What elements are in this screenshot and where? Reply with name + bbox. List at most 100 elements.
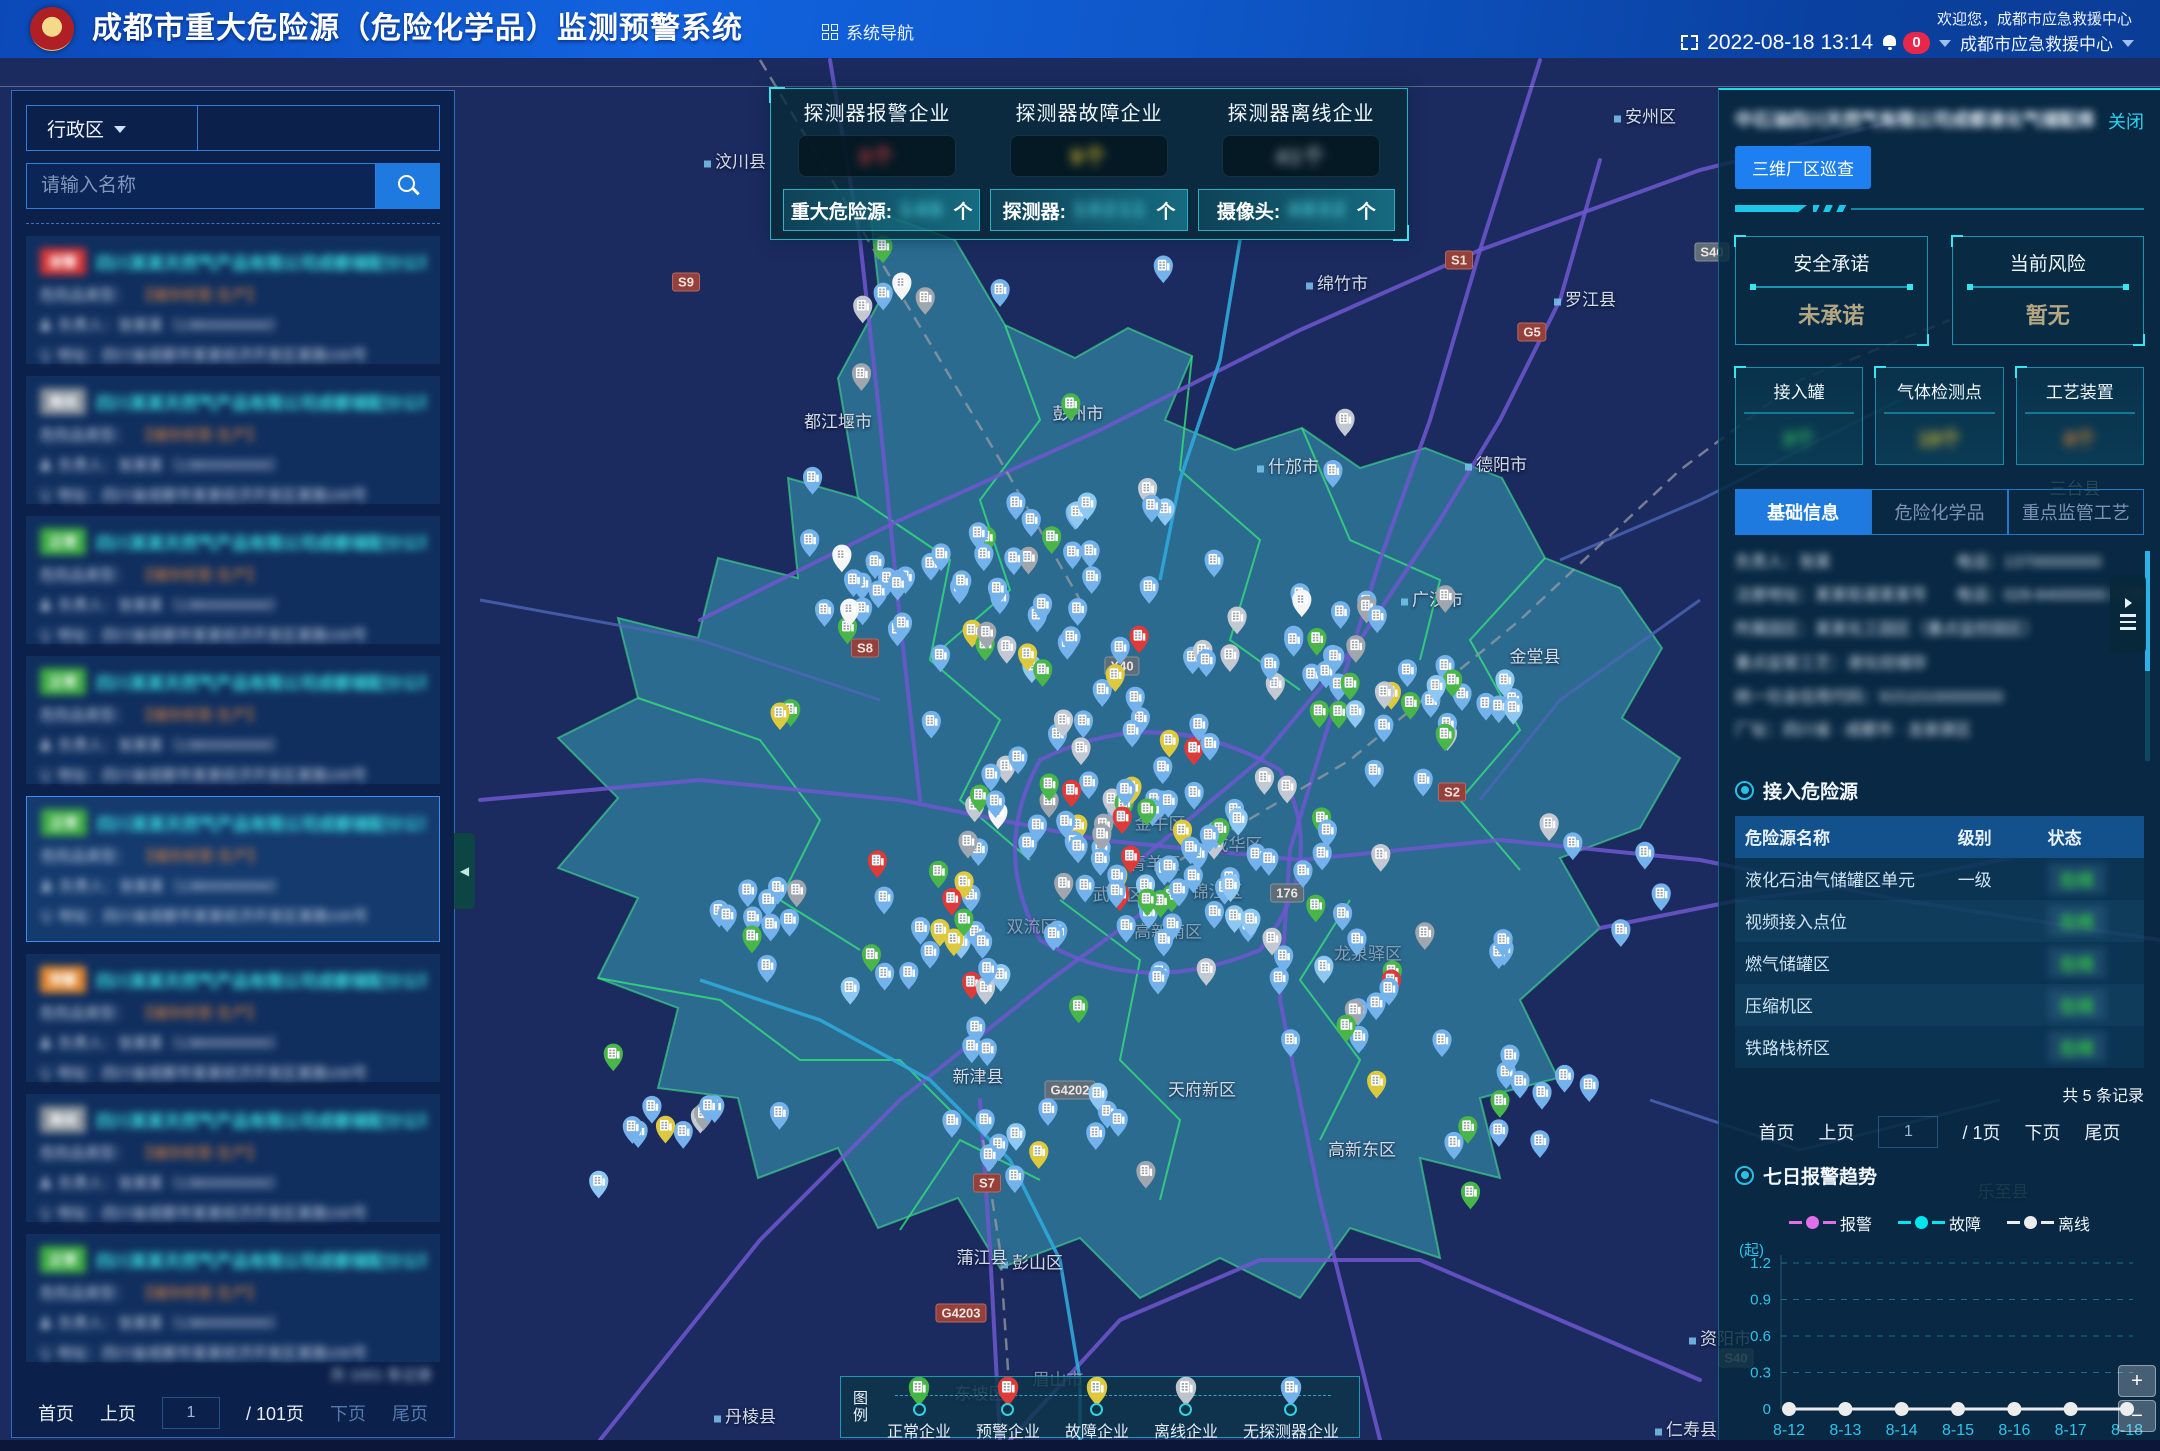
company-map-pin[interactable]	[1130, 626, 1149, 654]
company-map-pin[interactable]	[997, 636, 1016, 664]
company-card[interactable]: 正常四川某某天然气产品有限公司成都储配分公司危险品类型：【储存经营-生产】负责人…	[26, 796, 440, 942]
company-map-pin[interactable]	[815, 599, 834, 627]
company-map-pin[interactable]	[770, 1102, 789, 1130]
company-map-pin[interactable]	[1154, 929, 1173, 957]
company-map-pin[interactable]	[1530, 1130, 1549, 1158]
current-user[interactable]: 成都市应急救援中心	[1960, 30, 2113, 55]
company-map-pin[interactable]	[1197, 958, 1216, 986]
company-map-pin[interactable]	[1068, 598, 1087, 626]
company-map-pin[interactable]	[1414, 769, 1433, 797]
company-map-pin[interactable]	[1365, 760, 1384, 788]
company-map-pin[interactable]	[852, 363, 871, 391]
company-map-pin[interactable]	[1079, 771, 1098, 799]
company-map-pin[interactable]	[1510, 1071, 1529, 1099]
company-map-pin[interactable]	[1367, 1071, 1386, 1099]
region-filter-dropdown[interactable]: 行政区	[27, 106, 198, 150]
company-map-pin[interactable]	[1018, 832, 1037, 860]
company-map-pin[interactable]	[1329, 701, 1348, 729]
company-map-pin[interactable]	[1154, 256, 1173, 284]
company-map-pin[interactable]	[1415, 922, 1434, 950]
company-map-pin[interactable]	[1555, 1065, 1574, 1093]
company-card[interactable]: 离线四川某某天然气产品有限公司成都储配分公司危险品类型：【储存经营-生产】负责人…	[26, 376, 440, 504]
company-map-pin[interactable]	[1490, 1090, 1509, 1118]
company-map-pin[interactable]	[1142, 495, 1161, 523]
company-map-pin[interactable]	[1270, 967, 1289, 995]
company-map-pin[interactable]	[1540, 813, 1559, 841]
company-map-pin[interactable]	[674, 1121, 693, 1149]
company-map-pin[interactable]	[1489, 1119, 1508, 1147]
page-input[interactable]	[1878, 1116, 1938, 1148]
next-page-button[interactable]: 下页	[330, 1400, 366, 1426]
table-row[interactable]: 液化石油气储罐区单元一级在线	[1735, 858, 2144, 900]
company-map-pin[interactable]	[1371, 844, 1390, 872]
tab-危险化学品[interactable]: 危险化学品	[1871, 489, 2007, 535]
company-map-pin[interactable]	[1255, 767, 1274, 795]
company-map-pin[interactable]	[1563, 832, 1582, 860]
bell-icon[interactable]	[1882, 35, 1898, 50]
close-button[interactable]: 关闭	[2108, 108, 2144, 134]
company-map-pin[interactable]	[1200, 733, 1219, 761]
company-map-pin[interactable]	[656, 1116, 675, 1144]
company-map-pin[interactable]	[1504, 697, 1523, 725]
company-map-pin[interactable]	[1652, 883, 1671, 911]
system-nav-button[interactable]: 系统导航	[822, 19, 914, 44]
company-map-pin[interactable]	[738, 880, 757, 908]
prev-page-button[interactable]: 上页	[100, 1400, 136, 1426]
table-row[interactable]: 压缩机区在线	[1735, 984, 2144, 1026]
company-map-pin[interactable]	[770, 702, 789, 730]
company-card[interactable]: 正常四川某某天然气产品有限公司成都储配分公司危险品类型：【储存经营-生产】负责人…	[26, 516, 440, 644]
company-map-pin[interactable]	[1123, 720, 1142, 748]
3d-patrol-button[interactable]: 三维厂区巡查	[1735, 146, 1871, 189]
company-map-pin[interactable]	[1374, 715, 1393, 743]
company-map-pin[interactable]	[911, 917, 930, 945]
company-map-pin[interactable]	[1109, 1109, 1128, 1137]
company-map-pin[interactable]	[1148, 967, 1167, 995]
company-map-pin[interactable]	[991, 279, 1010, 307]
company-map-pin[interactable]	[1310, 700, 1329, 728]
company-map-pin[interactable]	[1611, 919, 1630, 947]
company-map-pin[interactable]	[1401, 692, 1420, 720]
company-map-pin[interactable]	[929, 861, 948, 889]
company-map-pin[interactable]	[800, 529, 819, 557]
company-map-pin[interactable]	[1331, 601, 1350, 629]
company-map-pin[interactable]	[853, 296, 872, 324]
company-card[interactable]: 预警四川某某天然气产品有限公司成都储配分公司危险品类型：【储存经营-生产】负责人…	[26, 954, 440, 1082]
first-page-button[interactable]: 首页	[1758, 1119, 1794, 1145]
company-map-pin[interactable]	[1229, 808, 1248, 836]
company-map-pin[interactable]	[1140, 576, 1159, 604]
company-map-pin[interactable]	[1293, 860, 1312, 888]
company-map-pin[interactable]	[1061, 393, 1080, 421]
chevron-down-icon[interactable]	[2122, 40, 2134, 47]
company-map-pin[interactable]	[1292, 589, 1311, 617]
prev-page-button[interactable]: 上页	[1818, 1119, 1854, 1145]
company-map-pin[interactable]	[1074, 710, 1093, 738]
company-map-pin[interactable]	[1205, 901, 1224, 929]
company-map-pin[interactable]	[1335, 409, 1354, 437]
company-map-pin[interactable]	[973, 931, 992, 959]
company-map-pin[interactable]	[1081, 540, 1100, 568]
company-map-pin[interactable]	[1136, 1161, 1155, 1189]
company-map-pin[interactable]	[920, 941, 939, 969]
company-map-pin[interactable]	[1113, 806, 1132, 834]
company-map-pin[interactable]	[1062, 780, 1081, 808]
company-map-pin[interactable]	[1005, 1165, 1024, 1193]
company-map-pin[interactable]	[1281, 1029, 1300, 1057]
company-map-pin[interactable]	[1076, 875, 1095, 903]
company-map-pin[interactable]	[875, 963, 894, 991]
company-map-pin[interactable]	[980, 1144, 999, 1172]
company-map-pin[interactable]	[1204, 550, 1223, 578]
company-map-pin[interactable]	[1314, 956, 1333, 984]
company-map-pin[interactable]	[1082, 566, 1101, 594]
company-map-pin[interactable]	[1004, 547, 1023, 575]
company-map-pin[interactable]	[888, 573, 907, 601]
company-map-pin[interactable]	[1432, 1029, 1451, 1057]
search-button[interactable]	[376, 163, 440, 209]
company-map-pin[interactable]	[1444, 1132, 1463, 1160]
company-map-pin[interactable]	[780, 909, 799, 937]
company-map-pin[interactable]	[1022, 509, 1041, 537]
sidebar-collapse-handle[interactable]: ◀	[454, 833, 475, 909]
company-card[interactable]: 正常四川某某天然气产品有限公司成都储配分公司危险品类型：【储存经营-生产】负责人…	[26, 1234, 440, 1362]
company-map-pin[interactable]	[1346, 700, 1365, 728]
company-map-pin[interactable]	[1398, 659, 1417, 687]
company-map-pin[interactable]	[1340, 673, 1359, 701]
